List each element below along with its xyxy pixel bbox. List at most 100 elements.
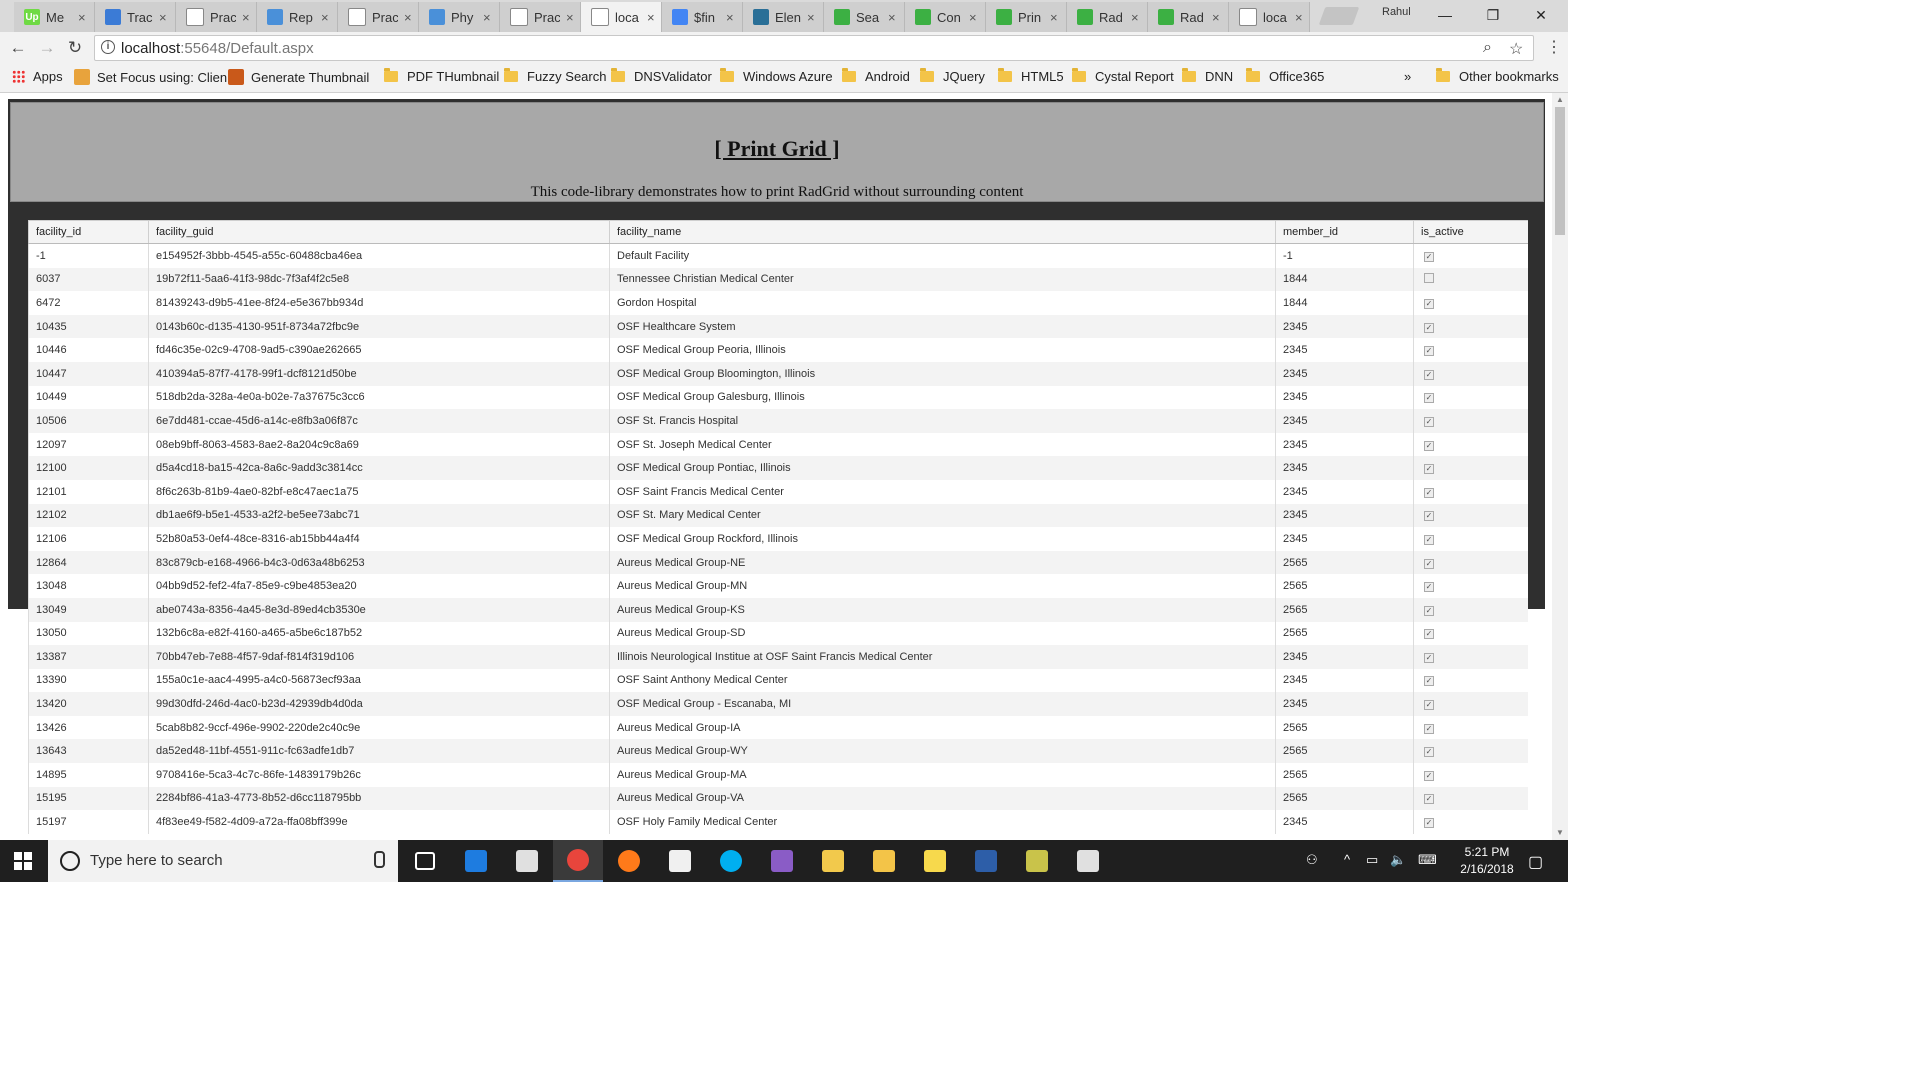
bookmark-item[interactable]: JQuery xyxy=(920,68,985,84)
is-active-checkbox[interactable]: ✓ xyxy=(1424,652,1434,663)
zoom-icon[interactable]: ⌕ xyxy=(1483,39,1492,57)
taskbar-search-box[interactable]: Type here to search xyxy=(48,840,398,882)
table-row[interactable]: 13049 abe0743a-8356-4a45-8e3d-89ed4cb3530… xyxy=(28,597,1528,622)
tab-close-icon[interactable]: × xyxy=(242,10,250,25)
is-active-checkbox[interactable]: ✓ xyxy=(1424,534,1434,545)
table-row[interactable]: 10435 0143b60c-d135-4130-951f-8734a72fbc9… xyxy=(28,314,1528,339)
table-row[interactable]: 15195 2284bf86-41a3-4773-8b52-d6cc118795b… xyxy=(28,786,1528,811)
back-button[interactable]: ← xyxy=(7,38,29,58)
is-active-checkbox[interactable]: ✓ xyxy=(1424,440,1434,451)
column-header-facility-guid[interactable]: facility_guid xyxy=(148,220,610,244)
is-active-checkbox[interactable]: ✓ xyxy=(1424,369,1434,380)
is-active-checkbox[interactable] xyxy=(1424,272,1434,283)
table-row[interactable]: 12864 83c879cb-e168-4966-b4c3-0d63a48b625… xyxy=(28,550,1528,575)
tab-close-icon[interactable]: × xyxy=(647,10,655,25)
table-row[interactable]: 12101 8f6c263b-81b9-4ae0-82bf-e8c47aec1a7… xyxy=(28,479,1528,504)
is-active-checkbox[interactable]: ✓ xyxy=(1424,346,1434,357)
tab-close-icon[interactable]: × xyxy=(888,10,896,25)
browser-tab[interactable]: Up Me × xyxy=(14,2,95,32)
bookmark-item[interactable]: Set Focus using: Clien xyxy=(74,69,227,85)
column-header-is-active[interactable]: is_active xyxy=(1413,220,1528,244)
browser-tab[interactable]: loca × xyxy=(581,2,662,32)
table-row[interactable]: 12106 52b80a53-0ef4-48ce-8316-ab15bb44a4f… xyxy=(28,527,1528,551)
taskbar-app-chrome[interactable] xyxy=(553,840,603,882)
browser-tab[interactable]: loca × xyxy=(1229,2,1310,32)
taskbar-app-outlook-folder[interactable] xyxy=(808,840,858,882)
minimize-button[interactable]: — xyxy=(1422,0,1468,30)
is-active-checkbox[interactable]: ✓ xyxy=(1424,558,1434,569)
browser-tab[interactable]: Prac × xyxy=(500,2,581,32)
start-button[interactable] xyxy=(14,852,32,870)
column-header-facility-id[interactable]: facility_id xyxy=(28,220,149,244)
table-row[interactable]: 15197 4f83ee49-f582-4d09-a72a-ffa08bff399… xyxy=(28,810,1528,834)
tab-close-icon[interactable]: × xyxy=(1131,10,1139,25)
browser-tab[interactable]: Rep × xyxy=(257,2,338,32)
table-row[interactable]: 14895 9708416e-5ca3-4c7c-86fe-14839179b26… xyxy=(28,763,1528,787)
browser-tab[interactable]: Prac × xyxy=(176,2,257,32)
taskbar-app-firefox[interactable] xyxy=(604,840,654,882)
keyboard-icon[interactable]: ⌨ xyxy=(1418,852,1437,868)
is-active-checkbox[interactable]: ✓ xyxy=(1424,605,1434,616)
forward-button[interactable]: → xyxy=(36,38,58,58)
table-row[interactable]: 10449 518db2da-328a-4e0a-b02e-7a37675c3cc… xyxy=(28,385,1528,410)
scroll-up-icon[interactable]: ▲ xyxy=(1556,95,1564,104)
browser-tab[interactable]: Sea × xyxy=(824,2,905,32)
scroll-down-icon[interactable]: ▼ xyxy=(1556,828,1564,837)
tab-close-icon[interactable]: × xyxy=(1212,10,1220,25)
taskbar-app-paint[interactable] xyxy=(1063,840,1113,882)
browser-tab[interactable]: Elen × xyxy=(743,2,824,32)
reload-button[interactable]: ↻ xyxy=(64,38,86,58)
bookmark-item[interactable]: Android xyxy=(842,68,910,84)
system-clock[interactable]: 5:21 PM 2/16/2018 xyxy=(1452,844,1522,878)
address-bar[interactable]: i localhost:55648/Default.aspx ⌕ ☆ xyxy=(94,35,1534,61)
taskbar-app-edge[interactable] xyxy=(451,840,501,882)
taskbar-app-task-view[interactable] xyxy=(400,840,450,882)
bookmark-item[interactable]: Generate Thumbnail xyxy=(228,69,369,85)
table-row[interactable]: -1 e154952f-3bbb-4545-a55c-60488cba46ea De… xyxy=(28,243,1528,268)
bookmark-item[interactable]: Fuzzy Search xyxy=(504,68,606,84)
bookmark-item[interactable]: PDF THumbnail xyxy=(384,68,499,84)
table-row[interactable]: 6472 81439243-d9b5-41ee-8f24-e5e367bb934d… xyxy=(28,291,1528,315)
scrollbar-thumb[interactable] xyxy=(1555,107,1565,235)
browser-tab[interactable]: Phy × xyxy=(419,2,500,32)
tab-close-icon[interactable]: × xyxy=(78,10,86,25)
taskbar-app-powershell[interactable] xyxy=(961,840,1011,882)
is-active-checkbox[interactable]: ✓ xyxy=(1424,511,1434,522)
bookmark-item[interactable]: Apps xyxy=(12,69,63,84)
table-row[interactable]: 12097 08eb9bff-8063-4583-8ae2-8a204c9c8a6… xyxy=(28,432,1528,457)
table-row[interactable]: 10506 6e7dd481-ccae-45d6-a14c-e8fb3a06f87… xyxy=(28,409,1528,433)
is-active-checkbox[interactable]: ✓ xyxy=(1424,487,1434,498)
tab-close-icon[interactable]: × xyxy=(404,10,412,25)
table-row[interactable]: 13420 99d30dfd-246d-4ac0-b23d-42939db4d0d… xyxy=(28,692,1528,716)
page-title[interactable]: [ Print Grid ] xyxy=(11,136,1543,162)
bookmark-item[interactable]: DNSValidator xyxy=(611,68,712,84)
browser-tab[interactable]: Prin × xyxy=(986,2,1067,32)
column-header-facility-name[interactable]: facility_name xyxy=(609,220,1276,244)
tab-close-icon[interactable]: × xyxy=(1295,10,1303,25)
bookmark-item[interactable]: DNN xyxy=(1182,68,1233,84)
new-tab-button[interactable] xyxy=(1318,7,1360,25)
site-info-icon[interactable]: i xyxy=(101,40,115,54)
bookmark-star-icon[interactable]: ☆ xyxy=(1509,39,1523,59)
maximize-button[interactable]: ❐ xyxy=(1470,0,1516,30)
browser-tab[interactable]: Trac × xyxy=(95,2,176,32)
tab-close-icon[interactable]: × xyxy=(726,10,734,25)
tab-close-icon[interactable]: × xyxy=(483,10,491,25)
other-bookmarks-folder[interactable]: Other bookmarks xyxy=(1436,68,1559,84)
is-active-checkbox[interactable]: ✓ xyxy=(1424,629,1434,640)
taskbar-app-skype[interactable] xyxy=(706,840,756,882)
tab-close-icon[interactable]: × xyxy=(1050,10,1058,25)
is-active-checkbox[interactable]: ✓ xyxy=(1424,818,1434,829)
battery-icon[interactable]: ▭ xyxy=(1366,852,1378,868)
microphone-icon[interactable] xyxy=(374,851,385,868)
people-icon[interactable]: ⚇ xyxy=(1306,852,1318,868)
tray-overflow-icon[interactable]: ^ xyxy=(1344,852,1350,867)
url-text[interactable]: localhost:55648/Default.aspx xyxy=(121,40,314,57)
is-active-checkbox[interactable]: ✓ xyxy=(1424,700,1434,711)
chrome-menu-icon[interactable]: ⋮ xyxy=(1546,37,1562,57)
bookmark-item[interactable]: Windows Azure xyxy=(720,68,833,84)
bookmark-item[interactable]: Office365 xyxy=(1246,68,1324,84)
page-scrollbar[interactable]: ▲ ▼ xyxy=(1552,93,1568,840)
tab-close-icon[interactable]: × xyxy=(159,10,167,25)
bookmarks-overflow-button[interactable]: » xyxy=(1404,69,1411,84)
